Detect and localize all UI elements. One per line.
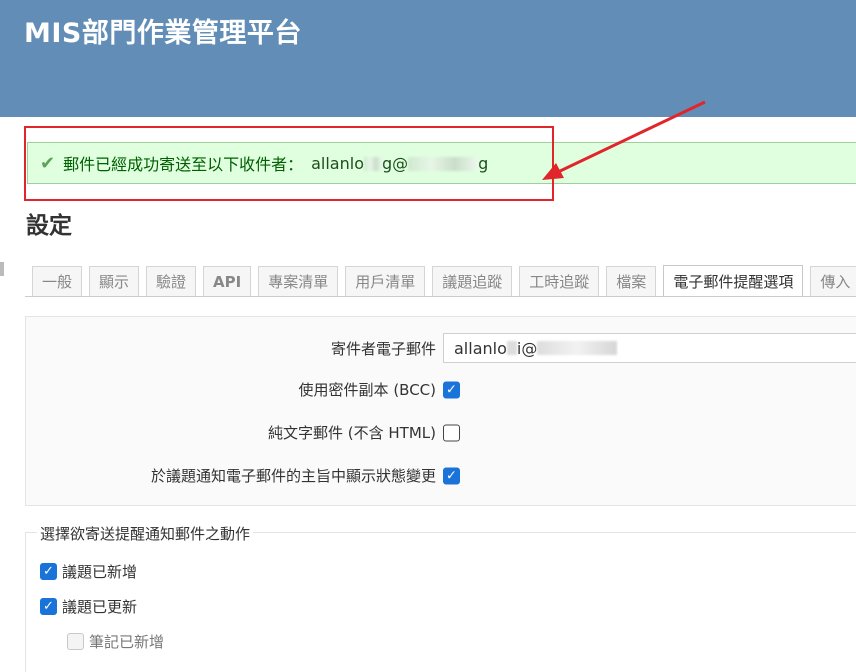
bcc-checkbox[interactable]: ✓ — [443, 381, 460, 399]
email-settings-panel: 寄件者電子郵件 allanlo i@ 使用密件副本 (BCC) ✓ 純文字郵件 (… — [25, 316, 856, 506]
sender-email-row: 寄件者電子郵件 allanlo i@ — [26, 332, 856, 364]
tab-general[interactable]: 一般 — [32, 266, 83, 296]
status-subject-row: 於議題通知電子郵件的主旨中顯示狀態變更 ✓ — [26, 459, 856, 491]
tab-issue-tracking[interactable]: 議題追蹤 — [432, 266, 513, 296]
issue-updated-checkbox[interactable]: ✓ — [40, 598, 57, 615]
plain-text-row: 純文字郵件 (不含 HTML) — [26, 416, 856, 448]
sender-email-label: 寄件者電子郵件 — [330, 339, 436, 358]
note-added-checkbox[interactable] — [67, 633, 84, 650]
status-subject-checkbox[interactable]: ✓ — [443, 467, 460, 485]
tab-files[interactable]: 檔案 — [606, 266, 657, 296]
note-added-option[interactable]: 筆記已新增 — [67, 631, 164, 652]
notification-actions-legend: 選擇欲寄送提醒通知郵件之動作 — [37, 523, 254, 544]
sender-email-input[interactable]: allanlo i@ — [443, 333, 856, 363]
tab-api[interactable]: API — [203, 266, 252, 296]
tab-authentication[interactable]: 驗證 — [146, 266, 197, 296]
bcc-row: 使用密件副本 (BCC) ✓ — [26, 373, 856, 405]
notification-actions-fieldset: 選擇欲寄送提醒通知郵件之動作 ✓ 議題已新增 ✓ 議題已更新 筆記已新增 — [25, 523, 856, 672]
settings-tabs: 一般 顯示 驗證 API 專案清單 用戶清單 議題追蹤 工時追蹤 檔案 電子郵件… — [25, 264, 856, 297]
tab-incoming-emails[interactable]: 傳入 — [810, 266, 856, 296]
tab-email-notifications[interactable]: 電子郵件提醒選項 — [663, 265, 804, 296]
plain-text-label: 純文字郵件 (不含 HTML) — [268, 423, 436, 442]
tab-time-tracking[interactable]: 工時追蹤 — [519, 266, 600, 296]
tab-display[interactable]: 顯示 — [89, 266, 140, 296]
issue-added-option[interactable]: ✓ 議題已新增 — [40, 561, 137, 582]
status-subject-label: 於議題通知電子郵件的主旨中顯示狀態變更 — [150, 466, 436, 485]
issue-added-checkbox[interactable]: ✓ — [40, 563, 57, 580]
tab-projects[interactable]: 專案清單 — [258, 266, 339, 296]
bcc-label: 使用密件副本 (BCC) — [298, 380, 436, 399]
plain-text-checkbox[interactable] — [443, 424, 460, 442]
issue-updated-option[interactable]: ✓ 議題已更新 — [40, 596, 137, 617]
tab-users[interactable]: 用戶清單 — [345, 266, 426, 296]
page-title: 設定 — [26, 213, 72, 239]
